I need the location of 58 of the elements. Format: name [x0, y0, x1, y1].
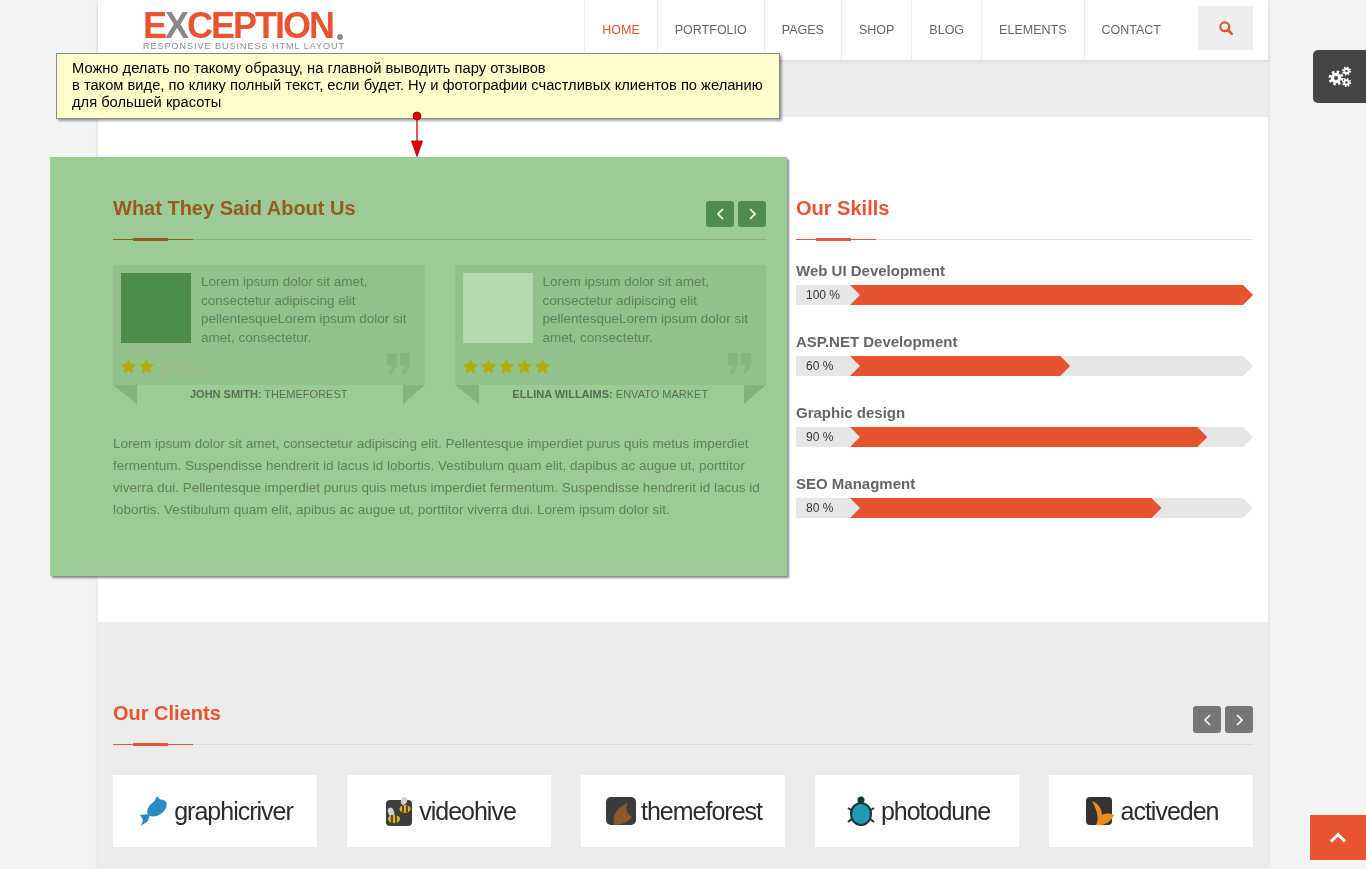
logo-wordmark: videohive — [419, 796, 516, 826]
settings-button[interactable] — [1313, 50, 1366, 103]
scroll-top-button[interactable] — [1310, 815, 1366, 860]
previous-button[interactable] — [706, 201, 734, 227]
next-button[interactable] — [1225, 706, 1253, 733]
quote-text: Lorem ipsum dolor sit amet, consectetur adipiscing elit pellentesqueLorem ipsum dolor sit amet, consectetur. — [201, 273, 408, 348]
logo-title: EXCEPTION — [143, 11, 334, 41]
note-text: Можно делать по такому образцу, на главной выводить пару отзывов в таком виде, по клику полный текст, если будет. Ну и фотографии счастливых клиентов по желанию для большей красоты — [72, 60, 764, 111]
logo-tagline: RESPONSIVE BUSINESS HTML LAYOUT — [143, 41, 346, 51]
skill-name: ASP.NET Development — [796, 333, 958, 351]
chevron-up-icon — [1329, 832, 1347, 843]
chevron-left-icon — [716, 208, 724, 220]
client-logo-tile[interactable]: videohive — [347, 775, 551, 847]
skill-name: SEO Managment — [796, 475, 916, 493]
section-title: Our Clients — [113, 701, 221, 726]
testimonial-text: Lorem ipsum dolor sit amet, consectetur adipiscing elit. Pellentesque imperdiet purus quis metus imperdiet fermentum. Suspendisse hendrerit id lacus id lobortis. Vestibulum quam elit, dapibus ac augue ut, porttitor viverra dui. Pellentesque imperdiet purus quis metus imperdiet fermentum. Suspendisse hendrerit id lacus id lobortis. Vestibulum quam elit, apibus ac augue ut, porttitor viverra dui. Lorem ipsum dolor sit. — [113, 434, 761, 519]
client-logo-tile[interactable]: photodune — [815, 775, 1019, 847]
section-title: Our Skills — [796, 196, 890, 221]
skill-name: Graphic design — [796, 404, 906, 422]
star-icon — [157, 358, 172, 374]
skill-percent: 60 % — [796, 356, 860, 376]
photo-placeholder — [462, 273, 533, 343]
star-icon — [498, 358, 514, 374]
chevron-right-icon — [748, 208, 756, 220]
previous-button[interactable] — [1193, 706, 1221, 733]
quote-text: Lorem ipsum dolor sit amet, consectetur adipiscing elit pellentesqueLorem ipsum dolor sit amet, consectetur. — [542, 273, 750, 348]
author-name: ELLINA WILLAIMS: ENVATO MARKET — [512, 386, 709, 402]
logo-wordmark: photodune — [880, 796, 991, 826]
star-icon — [534, 358, 550, 374]
skill-percent: 100 % — [796, 285, 860, 305]
logo-wordmark: graphicriver — [174, 796, 293, 826]
gears-icon — [1327, 65, 1352, 88]
skill-name: Web UI Development — [796, 262, 945, 280]
skill-percent: 90 % — [796, 427, 860, 447]
photo-placeholder — [121, 273, 191, 343]
client-logo-tile[interactable]: themeforest — [581, 775, 785, 847]
star-icon — [175, 358, 190, 374]
search-button[interactable] — [1198, 6, 1253, 50]
star-icon — [516, 358, 532, 374]
logo-wordmark: activeden — [1120, 796, 1219, 826]
search-icon — [1218, 21, 1233, 35]
star-icon — [121, 358, 136, 374]
skill-percent: 80 % — [796, 498, 860, 518]
connector-arrow — [411, 111, 423, 157]
next-button[interactable] — [738, 201, 766, 227]
section-title: What They Said About Us — [113, 196, 356, 221]
leaf-icon — [604, 794, 638, 828]
star-icon — [462, 358, 478, 374]
star-icon — [480, 358, 496, 374]
author-name: JOHN SMITH: THEMEFOREST — [190, 386, 348, 402]
client-logo-tile[interactable]: graphicriver — [113, 775, 317, 847]
chevron-right-icon — [1235, 713, 1243, 726]
logo-wordmark: themeforest — [641, 796, 762, 826]
chevron-left-icon — [1203, 713, 1211, 726]
star-icon — [139, 358, 154, 374]
logo-dot-icon — [337, 34, 344, 40]
star-icon — [193, 358, 208, 374]
client-logo-tile[interactable]: activeden — [1049, 775, 1253, 847]
